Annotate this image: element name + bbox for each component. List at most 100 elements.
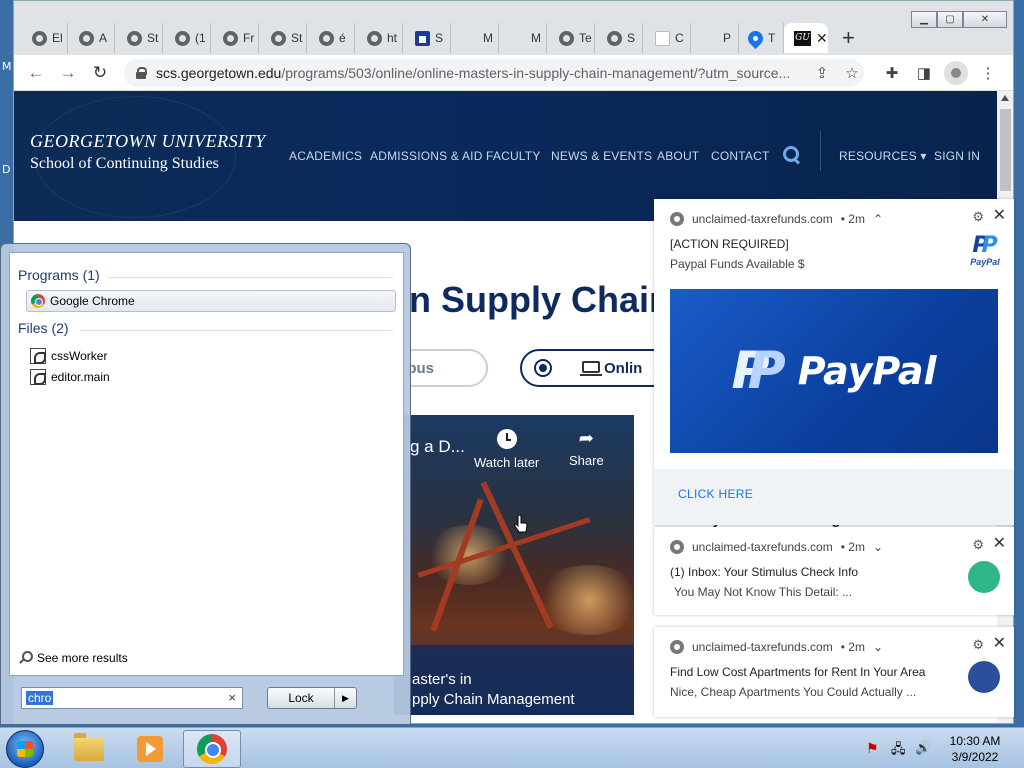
file-item[interactable]: editor.main <box>30 366 110 388</box>
nav-academics[interactable]: ACADEMICS <box>289 149 362 163</box>
toggle-online-label: Onlin <box>604 359 643 377</box>
bookmark-star-icon[interactable]: ☆ <box>840 61 864 85</box>
start-button[interactable] <box>6 730 44 768</box>
browser-tab[interactable]: Te <box>549 23 595 53</box>
browser-tab[interactable]: El <box>22 23 68 53</box>
chevron-up-icon[interactable]: ⌃ <box>873 212 883 226</box>
search-icon[interactable] <box>782 145 800 163</box>
click-here-button[interactable]: CLICK HERE <box>678 487 753 501</box>
logo-university[interactable]: GEORGETOWN UNIVERSITY <box>30 131 266 152</box>
profile-avatar-icon[interactable] <box>944 61 968 85</box>
browser-tab[interactable]: M <box>453 23 499 53</box>
nav-about[interactable]: ABOUT <box>657 149 699 163</box>
browser-tab-active[interactable]: GU ✕ <box>784 23 828 53</box>
lock-button[interactable]: Lock ▶ <box>267 687 357 709</box>
nav-contact[interactable]: CONTACT <box>711 149 770 163</box>
browser-tab[interactable]: M <box>501 23 547 53</box>
programs-header[interactable]: Programs (1) <box>18 267 100 283</box>
taskbar-explorer[interactable] <box>60 730 118 768</box>
browser-tab[interactable]: S <box>597 23 643 53</box>
gear-icon[interactable]: ⚙ <box>972 637 984 653</box>
close-icon[interactable]: ✕ <box>993 533 1006 553</box>
browser-tab[interactable]: T <box>738 23 784 53</box>
logo-school[interactable]: School of Continuing Studies <box>30 155 219 173</box>
forward-icon[interactable]: → <box>56 61 80 85</box>
back-icon[interactable]: ← <box>24 61 48 85</box>
start-search-input[interactable]: chro × <box>21 687 243 709</box>
chevron-down-icon[interactable]: ⌄ <box>873 640 883 654</box>
watch-later-label: Watch later <box>474 455 540 470</box>
tab-title: M <box>531 31 541 45</box>
video-title[interactable]: g a D... <box>410 437 465 457</box>
file-item[interactable]: cssWorker <box>30 345 107 367</box>
video-player[interactable]: g a D... Watch later ➦ Share aster's in p… <box>394 415 634 715</box>
paypal-banner-image[interactable]: PP PayPal <box>670 289 998 453</box>
nav-sign-in[interactable]: SIGN IN <box>934 149 980 163</box>
maximize-button[interactable]: ▢ <box>937 11 963 28</box>
nav-news-events[interactable]: NEWS & EVENTS <box>551 149 652 163</box>
system-clock[interactable]: 10:30 AM 3/9/2022 <box>940 733 1010 765</box>
close-window-button[interactable]: ✕ <box>963 11 1007 28</box>
nav-faculty[interactable]: FACULTY <box>486 149 541 163</box>
minimize-button[interactable]: ▁ <box>911 11 937 28</box>
notification-source: unclaimed-taxrefunds.com <box>692 212 833 226</box>
gear-icon[interactable]: ⚙ <box>972 537 984 553</box>
tab-title: M <box>483 31 493 45</box>
blank-icon <box>703 31 718 46</box>
action-center-flag-icon[interactable]: ⚑ <box>866 740 882 756</box>
side-panel-icon[interactable]: ◨ <box>912 61 936 85</box>
files-header[interactable]: Files (2) <box>18 320 69 336</box>
lock-icon[interactable] <box>136 67 147 79</box>
reload-icon[interactable]: ↻ <box>88 61 112 85</box>
url-text[interactable]: scs.georgetown.edu/programs/503/online/o… <box>156 65 796 81</box>
browser-tab[interactable]: St <box>261 23 307 53</box>
share-icon[interactable]: ⇪ <box>810 61 834 85</box>
taskbar-media-player[interactable] <box>121 730 179 768</box>
browser-tab[interactable]: C <box>645 23 691 53</box>
notification-body: Nice, Cheap Apartments You Could Actuall… <box>670 685 917 699</box>
tab-title: A <box>99 31 108 45</box>
browser-tab[interactable]: é <box>309 23 355 53</box>
browser-tab[interactable]: A <box>69 23 115 53</box>
notification-paypal[interactable]: unclaimed-taxrefunds.com • 2m ⌃ ⚙ ✕ [ACT… <box>654 199 1014 525</box>
house-icon <box>415 30 430 46</box>
clear-search-icon[interactable]: × <box>228 690 236 705</box>
notification-stimulus[interactable]: unclaimed-taxrefunds.com • 2m ⌄ ⚙ ✕ (1) … <box>654 527 1014 615</box>
share-arrow-icon: ➦ <box>578 428 594 448</box>
browser-tab[interactable]: (1 <box>165 23 211 53</box>
search-text: chro <box>26 691 54 705</box>
browser-tab[interactable]: Fr <box>213 23 259 53</box>
file-label: editor.main <box>51 370 110 384</box>
browser-tab[interactable]: S <box>405 23 451 53</box>
nav-admissions[interactable]: ADMISSIONS & AID <box>370 149 483 163</box>
extensions-icon[interactable]: ✚ <box>880 61 904 85</box>
watch-later-button[interactable]: Watch later <box>474 429 539 470</box>
clock-date: 3/9/2022 <box>951 750 999 764</box>
globe-icon <box>319 30 334 46</box>
nav-resources[interactable]: RESOURCES ▾ <box>839 149 927 163</box>
browser-tab[interactable]: St <box>117 23 163 53</box>
volume-icon[interactable]: 🔊 <box>915 740 931 756</box>
taskbar-chrome[interactable] <box>183 730 241 768</box>
notification-apartments[interactable]: unclaimed-taxrefunds.com • 2m ⌄ ⚙ ✕ Find… <box>654 627 1014 717</box>
chevron-down-icon[interactable]: ⌄ <box>873 540 883 554</box>
paypal-logo-icon: PP <box>731 341 786 401</box>
close-tab-icon[interactable]: ✕ <box>816 30 828 47</box>
new-tab-button[interactable]: + <box>842 25 855 51</box>
share-button[interactable]: ➦ Share <box>569 429 604 468</box>
address-bar[interactable]: scs.georgetown.edu/programs/503/online/o… <box>124 59 864 87</box>
scroll-up-icon[interactable] <box>1001 95 1009 101</box>
scrollbar-thumb[interactable] <box>1000 109 1011 191</box>
program-google-chrome[interactable]: Google Chrome <box>26 290 396 312</box>
shutdown-options-arrow-icon[interactable]: ▶ <box>334 688 356 708</box>
network-icon[interactable]: 🖧 <box>891 740 907 756</box>
close-icon[interactable]: ✕ <box>993 205 1006 225</box>
see-more-results[interactable]: See more results <box>18 651 128 665</box>
tab-title: El <box>52 31 63 45</box>
close-icon[interactable]: ✕ <box>993 633 1006 653</box>
browser-tab[interactable]: P <box>693 23 739 53</box>
globe-icon <box>559 30 574 46</box>
more-menu-icon[interactable]: ⋮ <box>976 61 1000 85</box>
gear-icon[interactable]: ⚙ <box>972 209 984 225</box>
browser-tab[interactable]: ht <box>357 23 403 53</box>
